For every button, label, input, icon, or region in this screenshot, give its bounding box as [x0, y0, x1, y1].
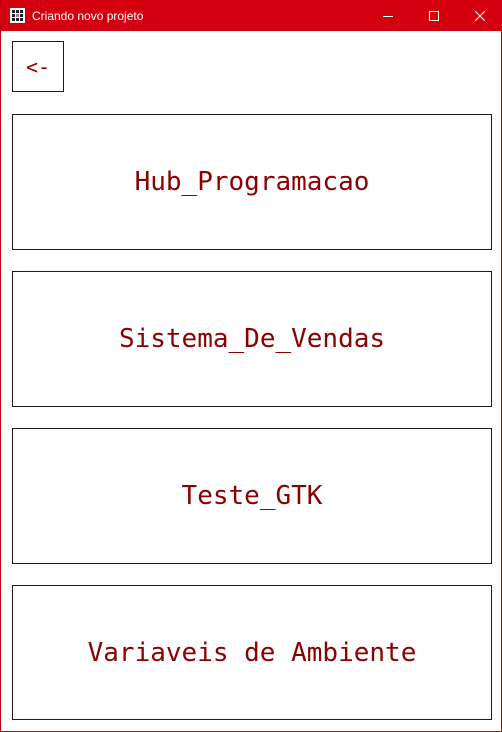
maximize-icon — [429, 10, 439, 21]
main-content: <- Hub_Programacao Sistema_De_Vendas Tes… — [1, 31, 501, 731]
close-icon — [475, 10, 485, 21]
project-button-teste-gtk[interactable]: Teste_GTK — [12, 428, 492, 564]
project-button-hub-programacao[interactable]: Hub_Programacao — [12, 114, 492, 250]
title-bar[interactable]: Criando novo projeto — [1, 0, 502, 31]
project-button-sistema-de-vendas[interactable]: Sistema_De_Vendas — [12, 271, 492, 407]
minimize-button[interactable] — [365, 0, 411, 31]
app-grid-icon — [10, 8, 25, 23]
minimize-icon — [383, 11, 393, 21]
app-window: Criando novo projeto <- Hub_Programacao … — [0, 0, 502, 732]
back-button[interactable]: <- — [12, 41, 64, 92]
maximize-button[interactable] — [411, 0, 457, 31]
close-button[interactable] — [457, 0, 502, 31]
project-button-variaveis-de-ambiente[interactable]: Variaveis de Ambiente — [12, 585, 492, 720]
window-title: Criando novo projeto — [32, 9, 144, 23]
